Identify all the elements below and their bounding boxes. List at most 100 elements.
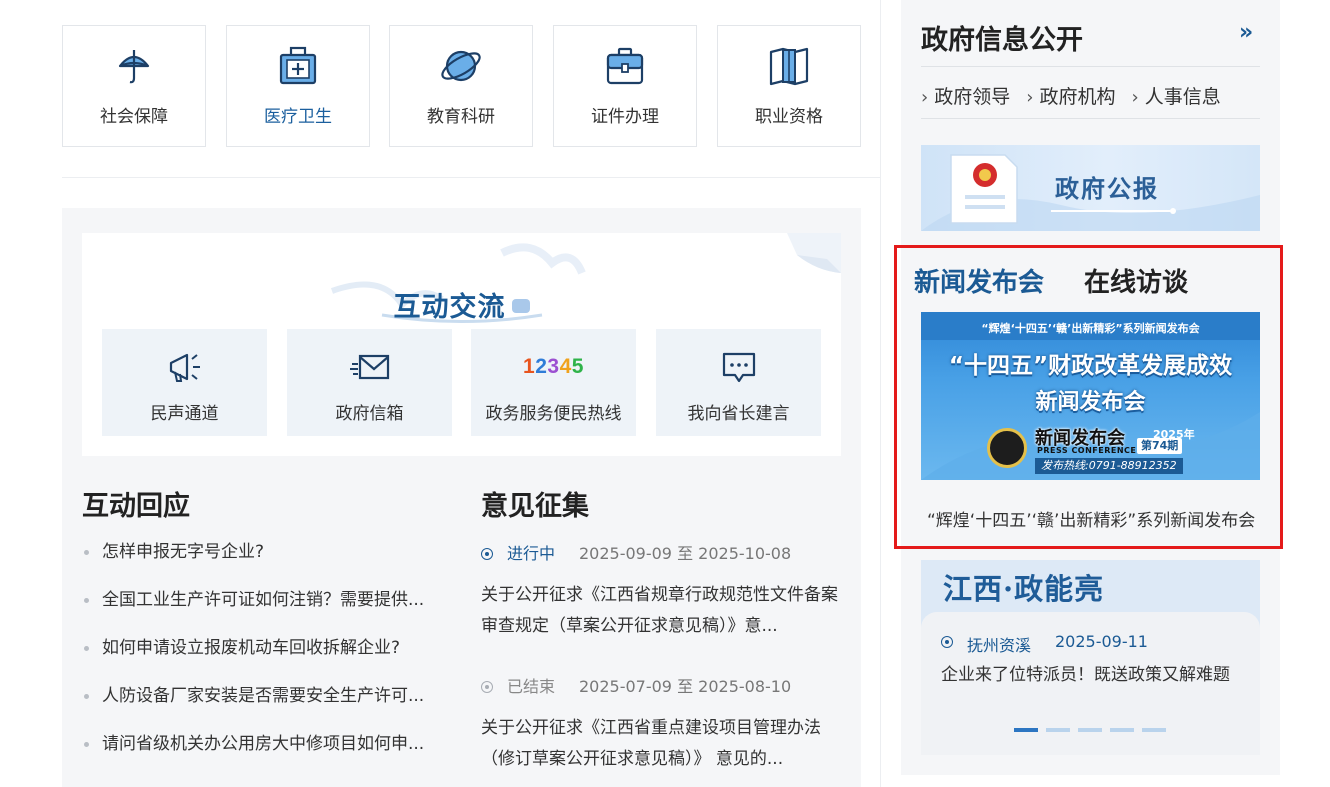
banner-issue: 第74期 [1137, 438, 1183, 454]
gov-info-links: › 政府领导 › 政府机构 › 人事信息 [921, 82, 1271, 109]
service-label: 社会保障 [100, 107, 168, 127]
service-label: 证件办理 [591, 107, 659, 127]
responses-list: 怎样申报无字号企业? 全国工业生产许可证如何注销？需要提供... 如何申请设立报… [82, 542, 452, 782]
gov-link-personnel[interactable]: › 人事信息 [1132, 82, 1221, 109]
chevron-right-icon: › [921, 87, 929, 108]
banner-brand-en: PRESS CONFERENCE [1037, 446, 1137, 455]
banner-title-line2: 新闻发布会 [1035, 390, 1146, 415]
tile-advice-governor[interactable]: 我向省长建言 [656, 329, 821, 436]
hotline-digit: 5 [571, 355, 584, 378]
gov-link-leaders[interactable]: › 政府领导 [921, 82, 1010, 109]
service-tile-certificates[interactable]: 证件办理 [553, 25, 697, 147]
double-chevron-right-icon[interactable]: » [1239, 20, 1253, 45]
hotline-digit: 1 [523, 355, 536, 378]
banner-hotline: 发布热线:0791-88912352 [1035, 458, 1183, 474]
chat-bubble-icon [722, 352, 755, 383]
jiangxi-location: 抚州资溪 [967, 636, 1032, 655]
gov-link-label: 政府领导 [934, 86, 1011, 108]
column-divider [880, 0, 881, 787]
carousel-dot[interactable] [1046, 728, 1070, 732]
gov-link-institutions[interactable]: › 政府机构 [1026, 82, 1115, 109]
interaction-title: 互动交流 [82, 285, 841, 324]
gov-link-label: 人事信息 [1144, 86, 1221, 108]
briefcase-icon [606, 47, 644, 85]
banner-title-line1: “十四五”财政改革发展成效 [948, 353, 1233, 379]
tile-label: 民声通道 [150, 404, 219, 424]
opinion-link[interactable]: 关于公开征求《江西省规章行政规范性文件备案审查规定（草案公开征求意见稿）》意..… [481, 580, 843, 642]
opinion-meta: 进行中 2025-09-09 至 2025-10-08 [481, 544, 843, 564]
hotline-digit: 4 [559, 355, 572, 378]
service-tile-qualification[interactable]: 职业资格 [717, 25, 861, 147]
hotline-12345-icon: 12345 [471, 355, 636, 379]
hotline-digit: 2 [535, 355, 548, 378]
press-logo-icon [987, 428, 1027, 468]
interaction-title-text: 互动交流 [393, 292, 506, 323]
opinion-item: 已结束 2025-07-09 至 2025-08-10 关于公开征求《江西省重点… [481, 677, 843, 775]
status-dot-icon [481, 548, 493, 560]
jiangxi-date: 2025-09-11 [1055, 632, 1148, 651]
opinion-status: 进行中 [507, 544, 556, 563]
mail-icon [349, 354, 389, 380]
service-tiles: 社会保障 医疗卫生 教育科研 证件办理 职业资格 [62, 25, 862, 147]
service-tile-education[interactable]: 教育科研 [389, 25, 533, 147]
gov-gazette-banner[interactable]: 政府公报 [921, 145, 1260, 231]
list-item[interactable]: 全国工业生产许可证如何注销？需要提供... [82, 590, 452, 638]
service-label: 职业资格 [755, 107, 823, 127]
service-label: 医疗卫生 [264, 107, 332, 127]
list-item[interactable]: 请问省级机关办公用房大中修项目如何申... [82, 734, 452, 782]
carousel-dot[interactable] [1142, 728, 1166, 732]
news-highlight-box: 新闻发布会 在线访谈 “辉煌‘十四五’‘赣’出新精彩”系列新闻发布会 “十四五”… [894, 245, 1283, 549]
chevron-right-icon: › [1026, 87, 1034, 108]
book-icon [769, 47, 809, 86]
list-item[interactable]: 人防设备厂家安装是否需要安全生产许可... [82, 686, 452, 734]
tile-label: 政务服务便民热线 [485, 404, 622, 424]
tab-press-conference[interactable]: 新闻发布会 [914, 262, 1044, 299]
medical-kit-icon [279, 46, 317, 85]
opinion-link[interactable]: 关于公开征求《江西省重点建设项目管理办法（修订草案公开征求意见稿）》 意见的..… [481, 713, 843, 775]
tile-label: 我向省长建言 [687, 404, 790, 424]
gov-info-title: 政府信息公开 [921, 25, 1083, 56]
news-caption-link[interactable]: “辉煌‘十四五’‘赣’出新精彩”系列新闻发布会 [927, 506, 1262, 531]
list-item[interactable]: 如何申请设立报废机动车回收拆解企业? [82, 638, 452, 686]
divider [921, 66, 1260, 67]
tab-online-interview[interactable]: 在线访谈 [1084, 262, 1188, 299]
press-conference-banner[interactable]: “辉煌‘十四五’‘赣’出新精彩”系列新闻发布会 “十四五”财政改革发展成效 新闻… [921, 312, 1260, 480]
tile-public-voice[interactable]: 民声通道 [102, 329, 267, 436]
jiangxi-panel: 江西·政能亮 抚州资溪 2025-09-11 企业来了位特派员！既送政策又解难题 [921, 560, 1260, 755]
list-item[interactable]: 怎样申报无字号企业? [82, 542, 452, 590]
gov-link-label: 政府机构 [1039, 86, 1116, 108]
tile-hotline[interactable]: 12345 政务服务便民热线 [471, 329, 636, 436]
chevron-right-icon: › [1131, 87, 1139, 108]
umbrella-icon [118, 50, 150, 84]
divider [62, 177, 880, 178]
opinions-title: 意见征集 [481, 491, 589, 522]
status-dot-icon [941, 636, 953, 648]
gazette-title: 政府公报 [1055, 175, 1159, 203]
carousel-dot[interactable] [1078, 728, 1102, 732]
jiangxi-article-link[interactable]: 企业来了位特派员！既送政策又解难题 [941, 662, 1241, 688]
status-dot-icon [481, 681, 493, 693]
divider [921, 118, 1260, 119]
jiangxi-title: 江西·政能亮 [943, 572, 1105, 606]
service-tile-social-security[interactable]: 社会保障 [62, 25, 206, 147]
opinion-status: 已结束 [507, 677, 556, 696]
speech-bubble-icon [511, 298, 530, 313]
interaction-panel: 互动交流 民声通道 政府信箱 12345 政务服务便民热线 我向省长建言 互动回… [62, 208, 861, 787]
megaphone-icon [169, 353, 200, 382]
opinion-item: 进行中 2025-09-09 至 2025-10-08 关于公开征求《江西省规章… [481, 544, 843, 642]
banner-series: “辉煌‘十四五’‘赣’出新精彩”系列新闻发布会 [981, 322, 1200, 335]
planet-icon [441, 50, 481, 82]
hotline-digit: 3 [547, 355, 560, 378]
service-tile-medical[interactable]: 医疗卫生 [226, 25, 370, 147]
interaction-card: 互动交流 民声通道 政府信箱 12345 政务服务便民热线 我向省长建言 [82, 233, 841, 456]
responses-title: 互动回应 [82, 491, 190, 522]
carousel-dot[interactable] [1110, 728, 1134, 732]
tile-label: 政府信箱 [335, 404, 404, 424]
jiangxi-body: 抚州资溪 2025-09-11 企业来了位特派员！既送政策又解难题 [921, 612, 1260, 755]
tile-gov-mailbox[interactable]: 政府信箱 [287, 329, 452, 436]
opinion-meta: 已结束 2025-07-09 至 2025-08-10 [481, 677, 843, 697]
service-label: 教育科研 [427, 107, 495, 127]
page: 社会保障 医疗卫生 教育科研 证件办理 职业资格 互动交流 民声通道 政府信箱 … [0, 0, 1330, 787]
carousel-dot[interactable] [1014, 728, 1038, 732]
opinion-dates: 2025-09-09 至 2025-10-08 [579, 544, 792, 563]
